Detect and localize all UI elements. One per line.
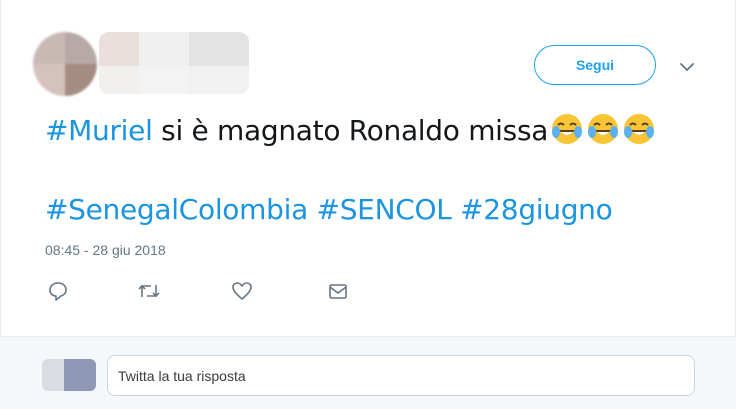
tears-of-joy-emoji-icon [586,112,620,146]
reply-composer [0,336,736,409]
retweet-icon[interactable] [137,280,160,302]
hashtag-link[interactable]: #Muriel [45,114,153,147]
message-icon[interactable] [327,280,349,302]
tweet-timestamp[interactable]: 08:45 - 28 giu 2018 [45,242,166,258]
reply-icon[interactable] [47,280,69,302]
tweet-body: si è magnato Ronaldo missa [152,114,549,147]
tears-of-joy-emoji-icon [550,112,584,146]
user-avatar [42,359,96,391]
hashtag-link[interactable]: #28giugno [460,193,613,226]
author-name-redacted[interactable] [99,32,249,94]
like-icon[interactable] [231,280,253,302]
follow-button[interactable]: Segui [534,45,656,85]
chevron-down-icon[interactable] [677,57,697,77]
tweet-card: Segui #Muriel si è magnato Ronaldo missa… [0,0,736,336]
tweet-text: #Muriel si è magnato Ronaldo missa [45,110,705,152]
hashtag-line: #SenegalColombia #SENCOL #28giugno [45,189,613,231]
tears-of-joy-emoji-icon [622,112,656,146]
hashtag-link[interactable]: #SenegalColombia [45,193,308,226]
author-avatar[interactable] [33,32,97,96]
reply-input[interactable] [107,355,695,396]
hashtag-link[interactable]: #SENCOL [317,193,452,226]
